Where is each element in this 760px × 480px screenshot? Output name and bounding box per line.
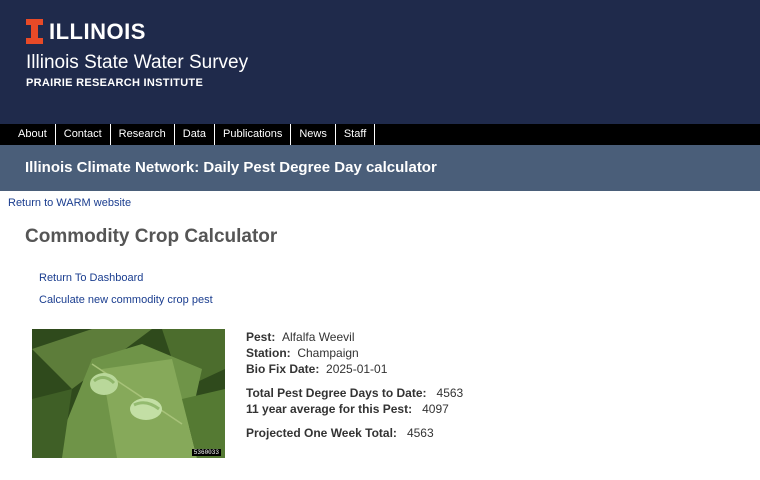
biofix-row: Bio Fix Date: 2025-01-01 <box>246 362 387 376</box>
biofix-value: 2025-01-01 <box>326 362 388 376</box>
main-nav: About Contact Research Data Publications… <box>0 124 760 145</box>
site-header: ILLINOIS Illinois State Water Survey PRA… <box>0 0 760 124</box>
average-row: 11 year average for this Pest: 4097 <box>246 402 449 416</box>
nav-data[interactable]: Data <box>175 124 215 145</box>
station-value: Champaign <box>297 346 359 360</box>
pest-row: Pest: Alfalfa Weevil <box>246 330 355 344</box>
average-label: 11 year average for this Pest: <box>246 402 413 416</box>
page-title: Illinois Climate Network: Daily Pest Deg… <box>25 159 437 176</box>
nav-about[interactable]: About <box>0 124 56 145</box>
biofix-label: Bio Fix Date: <box>246 362 320 376</box>
institute-name: PRAIRIE RESEARCH INSTITUTE <box>26 77 204 89</box>
page-title-bar: Illinois Climate Network: Daily Pest Deg… <box>0 145 760 191</box>
projected-row: Projected One Week Total: 4563 <box>246 426 434 440</box>
survey-name[interactable]: Illinois State Water Survey <box>26 52 248 74</box>
total-value: 4563 <box>436 386 464 400</box>
average-value: 4097 <box>422 402 449 416</box>
nav-contact[interactable]: Contact <box>56 124 111 145</box>
total-label: Total Pest Degree Days to Date: <box>246 386 427 400</box>
nav-staff[interactable]: Staff <box>336 124 376 145</box>
nav-news[interactable]: News <box>291 124 336 145</box>
projected-label: Projected One Week Total: <box>246 426 397 440</box>
calculator-heading: Commodity Crop Calculator <box>25 226 278 247</box>
pest-photo: 5360033 <box>32 329 225 458</box>
station-row: Station: Champaign <box>246 346 359 360</box>
station-label: Station: <box>246 346 291 360</box>
nav-publications[interactable]: Publications <box>215 124 292 145</box>
block-i-icon <box>26 19 43 44</box>
new-calc-link[interactable]: Calculate new commodity crop pest <box>39 294 213 306</box>
brand-name: ILLINOIS <box>49 19 146 44</box>
total-row: Total Pest Degree Days to Date: 4563 <box>246 386 463 400</box>
pest-value: Alfalfa Weevil <box>282 330 355 344</box>
illinois-logo[interactable]: ILLINOIS <box>26 19 146 44</box>
image-caption: 5360033 <box>191 449 221 456</box>
return-warm-link[interactable]: Return to WARM website <box>8 197 131 209</box>
pest-label: Pest: <box>246 330 276 344</box>
return-dashboard-link[interactable]: Return To Dashboard <box>39 272 143 284</box>
projected-value: 4563 <box>406 426 434 440</box>
nav-research[interactable]: Research <box>111 124 175 145</box>
